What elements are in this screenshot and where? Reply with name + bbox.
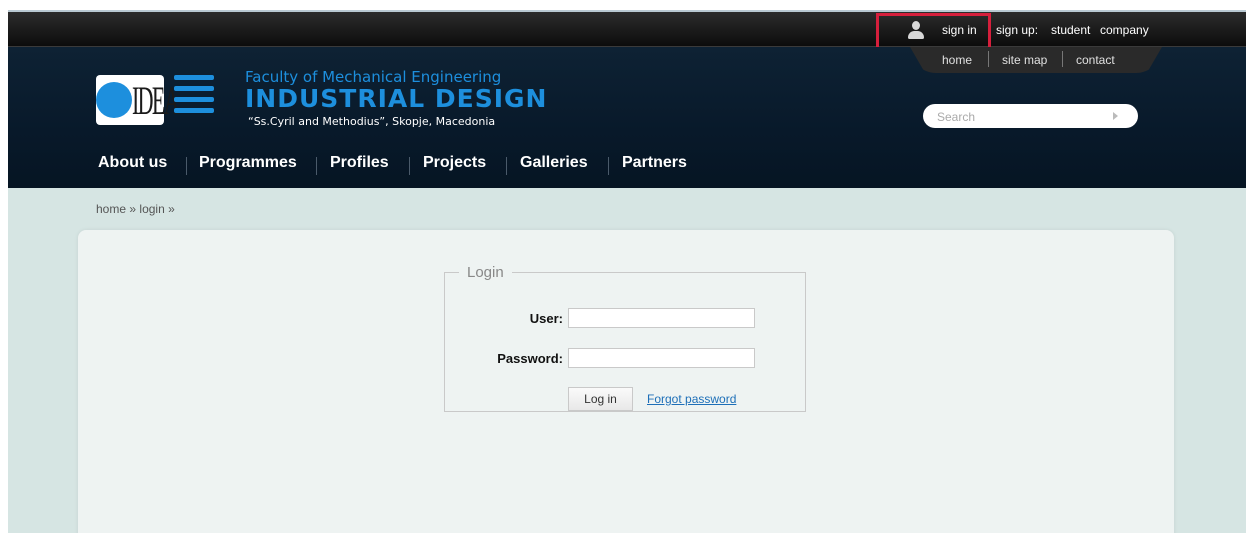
- logo-lab-mark: [174, 75, 214, 123]
- nav-programmes[interactable]: Programmes: [199, 154, 297, 172]
- password-label: Password:: [497, 351, 563, 366]
- util-nav-divider: [1062, 51, 1063, 67]
- nav-about-us[interactable]: About us: [98, 154, 167, 172]
- search-go-icon[interactable]: [1113, 112, 1118, 120]
- password-field[interactable]: [568, 348, 755, 368]
- nav-divider: [506, 157, 507, 175]
- nav-profiles[interactable]: Profiles: [330, 154, 389, 172]
- site-header: home site map contact IDEA Faculty of Me…: [8, 47, 1246, 188]
- search-input[interactable]: [935, 107, 1109, 127]
- nav-galleries[interactable]: Galleries: [520, 154, 588, 172]
- util-nav-divider: [988, 51, 989, 67]
- user-field[interactable]: [568, 308, 755, 328]
- department-title: INDUSTRIAL DESIGN: [245, 84, 548, 113]
- nav-divider: [409, 157, 410, 175]
- sign-up-company-link[interactable]: company: [1100, 23, 1149, 37]
- sign-up-label: sign up:: [996, 23, 1039, 37]
- breadcrumb-separator: »: [168, 202, 175, 216]
- top-bar: sign in sign up: student company: [8, 10, 1246, 48]
- university-subtitle: “Ss.Cyril and Methodius”, Skopje, Macedo…: [248, 115, 496, 128]
- nav-projects[interactable]: Projects: [423, 154, 486, 172]
- breadcrumb-home[interactable]: home: [96, 202, 126, 216]
- util-nav-home[interactable]: home: [942, 53, 972, 67]
- nav-divider: [186, 157, 187, 175]
- page: sign in sign up: student company home si…: [8, 10, 1246, 533]
- utility-nav: home site map contact: [910, 47, 1162, 73]
- login-legend: Login: [467, 264, 504, 281]
- user-label: User:: [529, 311, 563, 326]
- log-in-button[interactable]: Log in: [568, 387, 633, 411]
- nav-divider: [316, 157, 317, 175]
- idea-lab-logo[interactable]: IDEA: [96, 75, 180, 125]
- nav-partners[interactable]: Partners: [622, 154, 687, 172]
- login-form: Login User: Password: Log in Forgot pass…: [444, 264, 806, 412]
- sign-up-student-link[interactable]: student: [1051, 23, 1090, 37]
- forgot-password-link[interactable]: Forgot password: [647, 392, 736, 406]
- breadcrumb: home » login »: [96, 202, 175, 216]
- breadcrumb-login[interactable]: login: [139, 202, 164, 216]
- logo-circle-icon: [96, 82, 132, 118]
- logo-idea-text: IDEA: [132, 78, 180, 123]
- sign-in-highlight-box: [876, 13, 991, 50]
- util-nav-contact[interactable]: contact: [1076, 53, 1115, 67]
- search-box: [923, 104, 1138, 128]
- util-nav-site-map[interactable]: site map: [1002, 53, 1047, 67]
- breadcrumb-separator: »: [129, 202, 137, 216]
- content-panel: Login User: Password: Log in Forgot pass…: [78, 230, 1174, 533]
- nav-divider: [608, 157, 609, 175]
